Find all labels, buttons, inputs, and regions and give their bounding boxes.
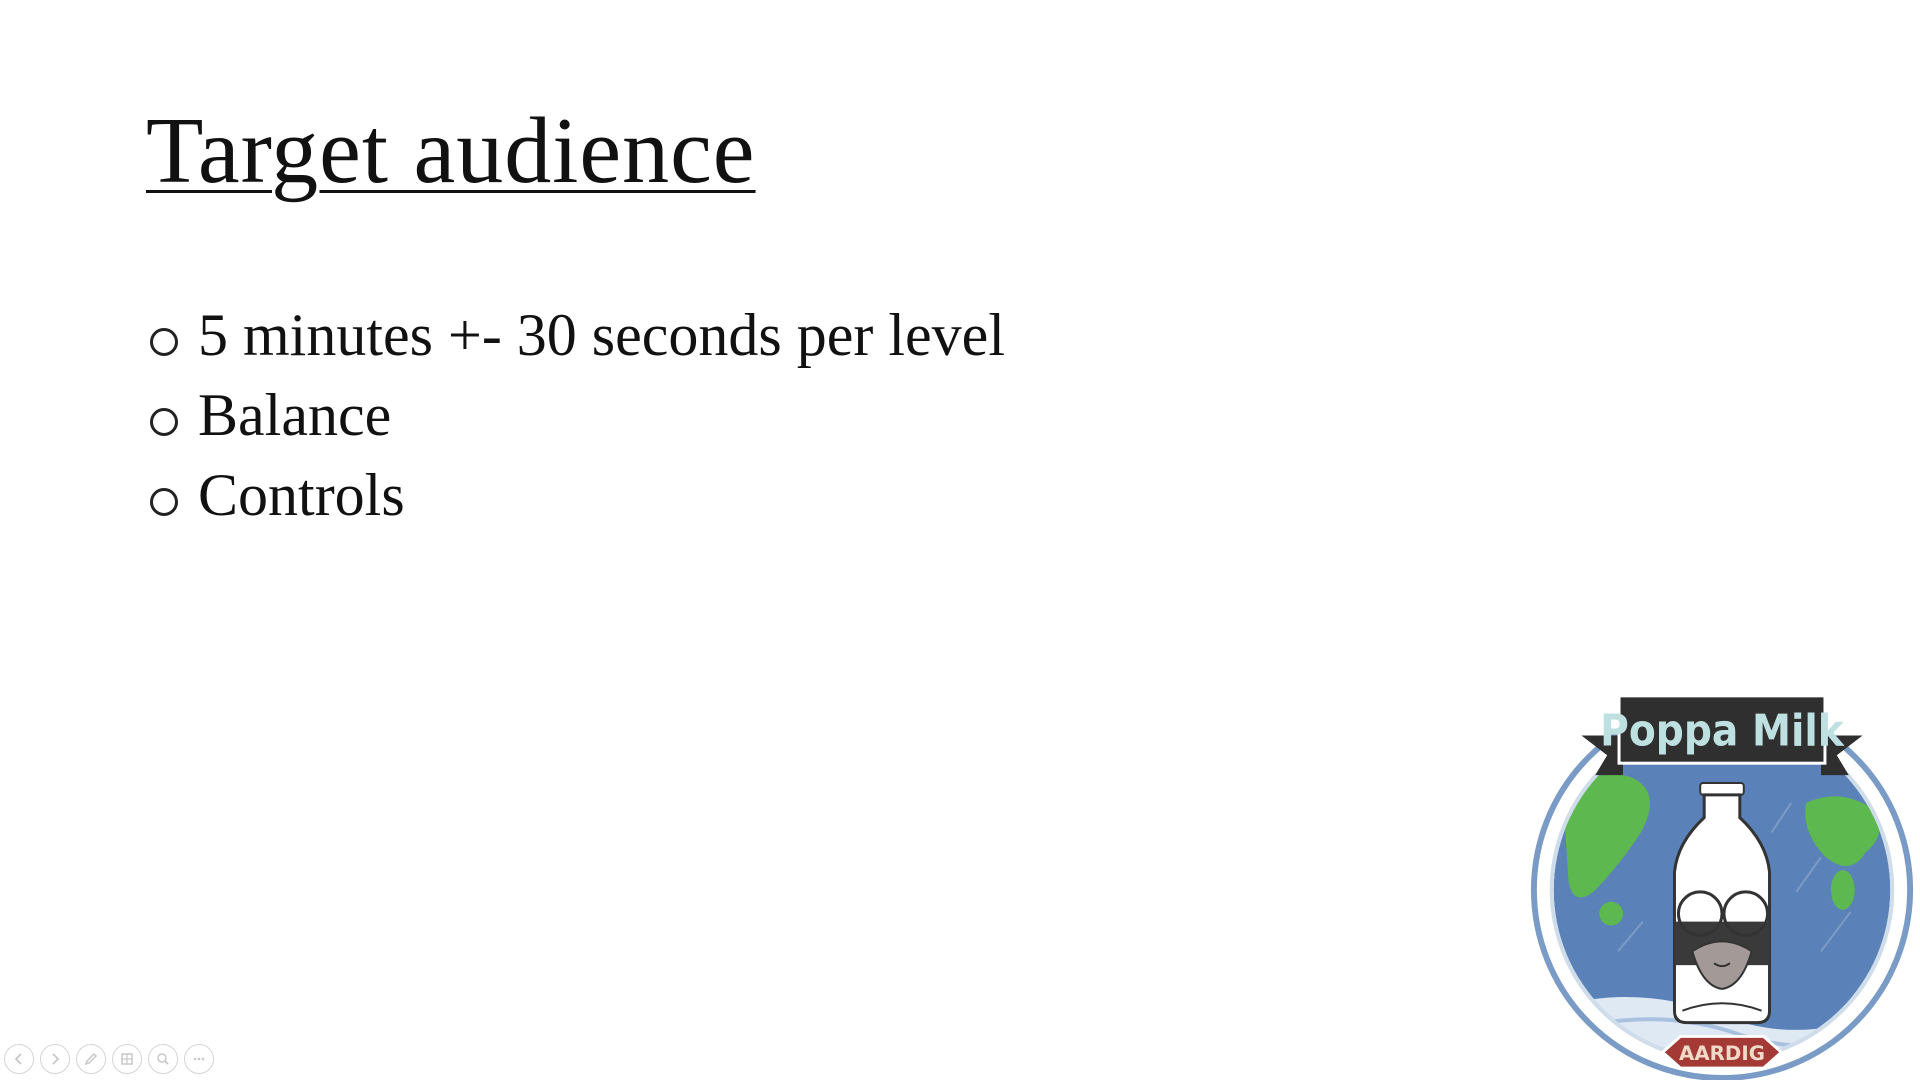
pen-icon [84, 1052, 98, 1066]
more-options-button[interactable] [184, 1044, 214, 1074]
poppa-milk-logo: Poppa Milk AARDIG [1530, 694, 1914, 1080]
slide-title: Target audience [146, 99, 756, 203]
arrow-left-icon [14, 1053, 22, 1065]
slide: Target audience 5 minutes +- 30 seconds … [0, 0, 1920, 1080]
bullet-item: 5 minutes +- 30 seconds per level [146, 295, 1005, 375]
bullet-list: 5 minutes +- 30 seconds per level Balanc… [146, 295, 1005, 535]
logo-badge-text: AARDIG [1679, 1042, 1765, 1065]
pen-button[interactable] [76, 1044, 106, 1074]
logo-banner-text: Poppa Milk [1600, 706, 1845, 756]
bullet-item: Controls [146, 455, 1005, 535]
see-all-slides-button[interactable] [112, 1044, 142, 1074]
bullet-text: 5 minutes +- 30 seconds per level [198, 301, 1005, 368]
slides-grid-icon [121, 1053, 133, 1065]
previous-slide-button[interactable] [4, 1044, 34, 1074]
bullet-text: Balance [198, 381, 392, 448]
next-slide-button[interactable] [40, 1044, 70, 1074]
more-icon [193, 1057, 205, 1061]
bullet-circle-icon [150, 328, 178, 356]
slideshow-toolbar [4, 1044, 214, 1074]
zoom-button[interactable] [148, 1044, 178, 1074]
bullet-item: Balance [146, 375, 1005, 455]
magnifier-icon [157, 1053, 169, 1065]
logo-badge: AARDIG [1660, 1034, 1784, 1070]
bullet-circle-icon [150, 408, 178, 436]
bullet-text: Controls [198, 461, 405, 528]
arrow-right-icon [52, 1053, 60, 1065]
bullet-circle-icon [150, 488, 178, 516]
logo-banner: Poppa Milk [1581, 694, 1863, 776]
